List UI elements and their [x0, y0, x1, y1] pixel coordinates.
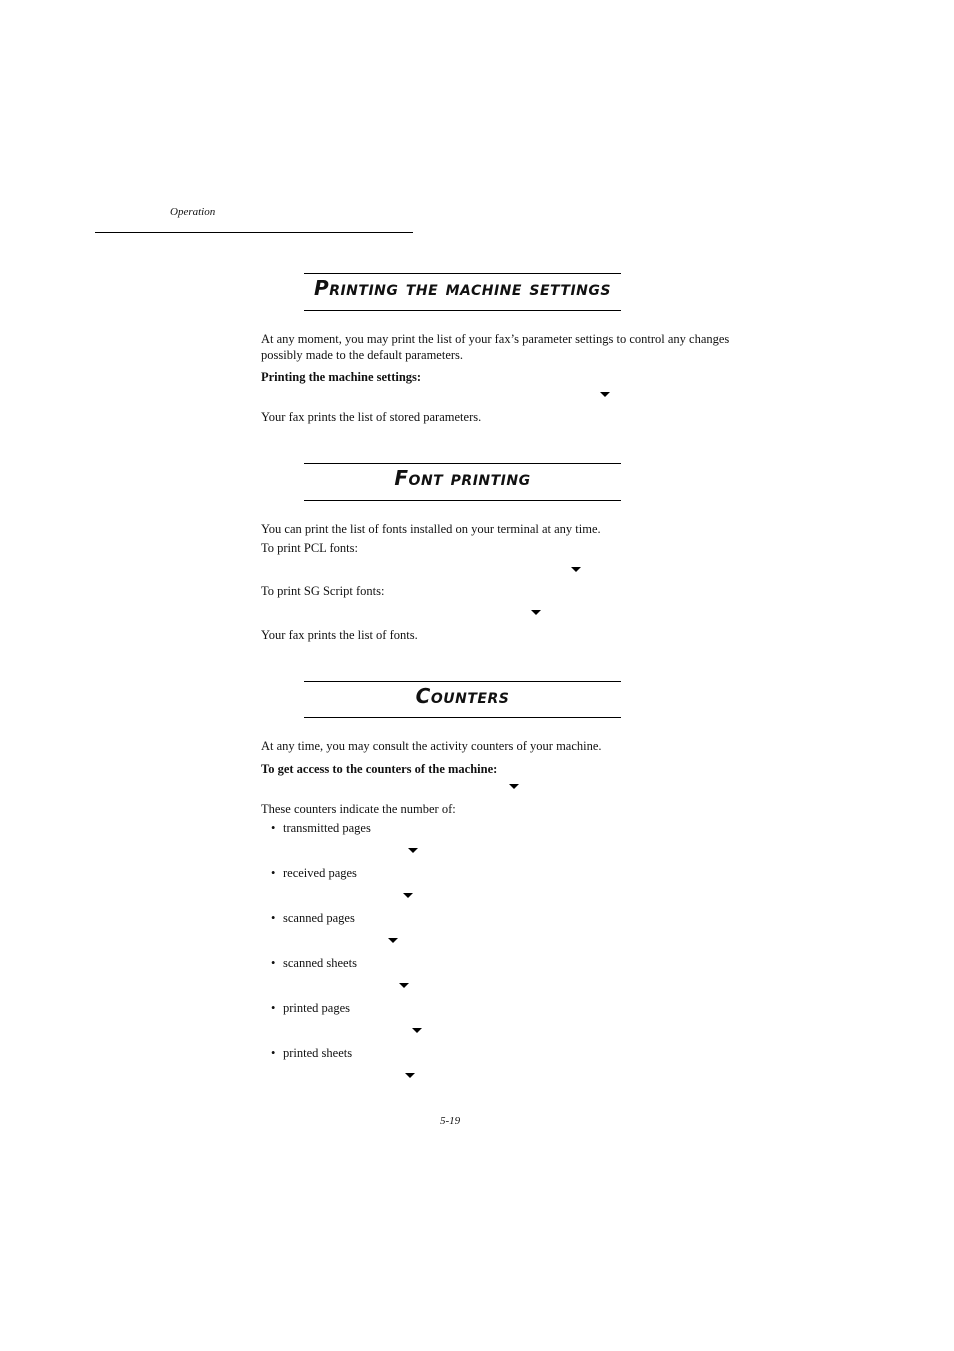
bullet-icon: •	[271, 956, 276, 970]
procedure-label: Printing the machine settings:	[261, 370, 422, 384]
section-rule-bottom	[304, 310, 621, 311]
arrow-down-icon	[571, 567, 581, 572]
step-pcl-fonts: To print PCL fonts:	[261, 541, 358, 555]
section-title-font-printing: Font printing	[394, 466, 531, 490]
list-item-label: printed sheets	[283, 1046, 353, 1060]
list-item-label: printed pages	[283, 1001, 350, 1015]
arrow-down-icon	[399, 983, 409, 988]
arrow-down-icon	[408, 848, 418, 853]
list-item: • received pages	[271, 865, 357, 881]
list-intro: These counters indicate the number of:	[261, 802, 456, 816]
list-item-label: scanned sheets	[283, 956, 357, 970]
intro-text: At any time, you may consult the activit…	[261, 739, 602, 753]
procedure-label: To get access to the counters of the mac…	[261, 762, 498, 776]
intro-text: You can print the list of fonts installe…	[261, 522, 601, 536]
bullet-icon: •	[271, 1001, 276, 1015]
section-rule-bottom	[304, 717, 621, 718]
section-title-counters: Counters	[415, 684, 510, 708]
result-text: Your fax prints the list of stored param…	[261, 410, 482, 424]
list-item: • printed sheets	[271, 1045, 352, 1061]
arrow-down-icon	[412, 1028, 422, 1033]
result-text: Your fax prints the list of fonts.	[261, 628, 418, 642]
section-title-machine-settings: Printing the machine settings	[314, 276, 611, 300]
list-item-label: transmitted pages	[283, 821, 371, 835]
list-item: • scanned pages	[271, 910, 355, 926]
list-item: • printed pages	[271, 1000, 350, 1016]
arrow-down-icon	[388, 938, 398, 943]
arrow-down-icon	[600, 392, 610, 397]
arrow-down-icon	[405, 1073, 415, 1078]
bullet-icon: •	[271, 821, 276, 835]
header-rule	[95, 232, 413, 233]
bullet-icon: •	[271, 1046, 276, 1060]
section-rule-top	[304, 681, 621, 682]
list-item-label: received pages	[283, 866, 357, 880]
bullet-icon: •	[271, 866, 276, 880]
arrow-down-icon	[531, 610, 541, 615]
list-item: • transmitted pages	[271, 820, 371, 836]
bullet-icon: •	[271, 911, 276, 925]
arrow-down-icon	[403, 893, 413, 898]
step-sg-script-fonts: To print SG Script fonts:	[261, 584, 385, 598]
list-item: • scanned sheets	[271, 955, 357, 971]
section-rule-bottom	[304, 500, 621, 501]
section-rule-top	[304, 463, 621, 464]
list-item-label: scanned pages	[283, 911, 355, 925]
section-rule-top	[304, 273, 621, 274]
running-head: Operation	[170, 206, 216, 218]
page-number: 5-19	[440, 1115, 461, 1127]
paragraph-line: possibly made to the default parameters.	[261, 348, 464, 362]
paragraph-line: At any moment, you may print the list of…	[261, 332, 730, 346]
arrow-down-icon	[509, 784, 519, 789]
